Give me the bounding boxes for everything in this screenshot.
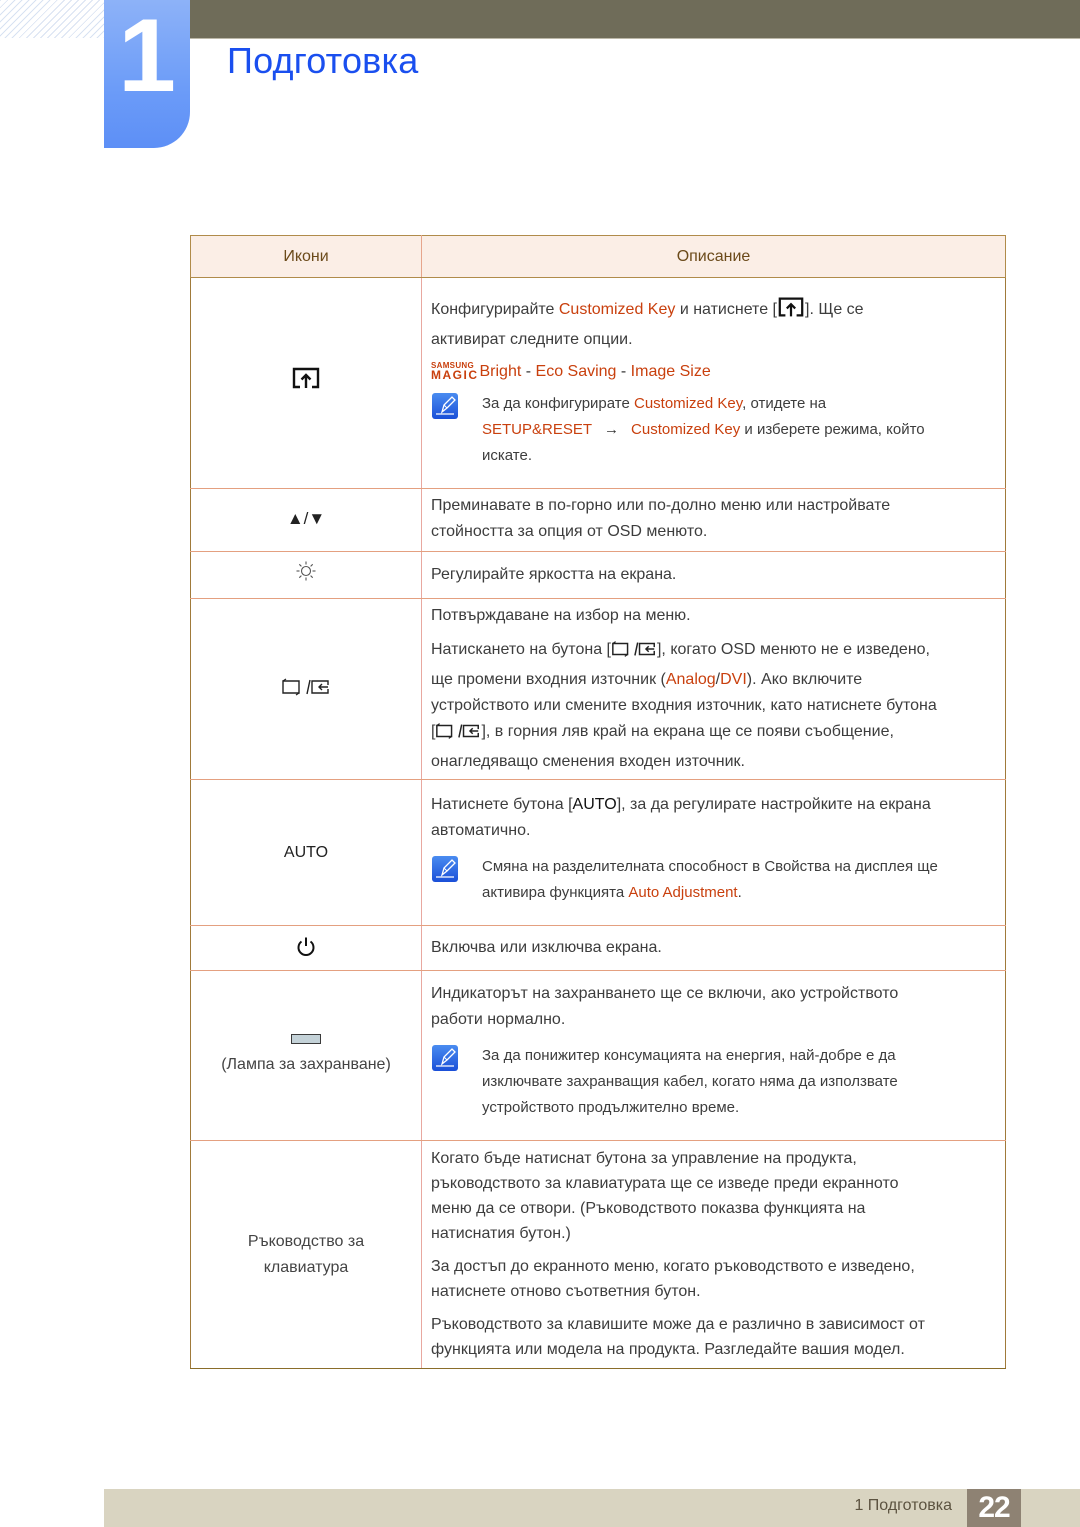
- description-text: Натиснете бутона [AUTO], за да регулират…: [431, 795, 931, 839]
- icons-table: Икони Описание Конфигурирайте Customized…: [190, 235, 1006, 1369]
- customized-key-icon: [777, 296, 805, 327]
- decorative-hatch: [0, 0, 104, 38]
- arrow-right-icon: →: [604, 420, 620, 438]
- note-text: За да понижитер консумацията на енергия,…: [482, 1046, 898, 1116]
- description-text: Регулирайте яркостта на екрана.: [431, 566, 677, 583]
- icon-cell: Ръководство за клавиатура: [190, 1140, 422, 1369]
- brightness-sun-icon: [296, 561, 316, 586]
- icon-cell: [190, 925, 422, 971]
- note-text: Смяна на разделителната способност в Сво…: [482, 857, 938, 901]
- description-cell: Регулирайте яркостта на екрана.: [421, 551, 1006, 599]
- icon-cell: (Лампа за захранване): [190, 970, 422, 1141]
- page-title: Подготовка: [227, 40, 419, 81]
- power-lamp-icon: [291, 1033, 321, 1044]
- option-bright: Bright: [479, 362, 522, 380]
- description-text: Преминавате в по-горно или по-долно меню…: [431, 497, 891, 540]
- icon-cell: ▲/▼: [190, 488, 422, 552]
- icon-cell: [190, 277, 422, 489]
- table-row: Ръководство за клавиатура Когато бъде на…: [190, 1140, 1006, 1369]
- description-text: За достъп до екранното меню, когато ръко…: [431, 1257, 915, 1300]
- auto-button-label: AUTO: [283, 843, 329, 861]
- table-row: ▲/▼ Преминавате в по-горно или по-долно …: [190, 488, 1006, 552]
- customized-key-link: Customized Key: [558, 300, 676, 318]
- note-pencil-icon: [432, 855, 458, 882]
- key-guide-label: Ръководство за клавиатура: [247, 1232, 365, 1276]
- samsung-magic-logo: SAMSUNG MAGIC: [431, 360, 479, 382]
- footer-bar: 1 Подготовка: [104, 1489, 1080, 1527]
- icon-cell: AUTO: [190, 779, 422, 926]
- description-cell: Когато бъде натиснат бутона за управлени…: [421, 1140, 1006, 1369]
- column-header-icons: Икони: [190, 235, 422, 278]
- power-icon: [295, 936, 317, 963]
- option-eco-saving: Eco Saving: [535, 362, 617, 380]
- table-row: (Лампа за захранване) Индикаторът на зах…: [190, 970, 1006, 1141]
- description-cell: Включва или изключва екрана.: [421, 925, 1006, 971]
- chapter-number: 1: [118, 0, 176, 114]
- table-header-row: Икони Описание: [190, 235, 1006, 278]
- page-number-box: 22: [967, 1489, 1021, 1527]
- description-text: Конфигурирайте Customized Key и натиснет…: [431, 296, 995, 353]
- option-image-size: Image Size: [630, 362, 711, 380]
- analog-link: Analog: [665, 671, 716, 688]
- up-down-arrows-icon: ▲/▼: [286, 509, 326, 528]
- column-header-description: Описание: [421, 235, 1006, 278]
- description-text: Натискането на бутона [], когато OSD мен…: [431, 640, 937, 770]
- description-text: Когато бъде натиснат бутона за управлени…: [431, 1149, 899, 1242]
- table-row: Регулирайте яркостта на екрана.: [190, 551, 1006, 599]
- auto-adjustment-link: Auto Adjustment: [628, 883, 738, 901]
- description-text: Индикаторът на захранването ще се включи…: [431, 984, 899, 1028]
- power-lamp-label: (Лампа за захранване): [221, 1055, 391, 1073]
- setup-reset-link: SETUP&RESET: [482, 420, 593, 438]
- source-enter-icon: [281, 678, 331, 701]
- table-row: Включва или изключва екрана.: [190, 925, 1006, 971]
- customized-key-icon: [291, 367, 321, 394]
- note: За да понижитер консумацията на енергия,…: [431, 1043, 995, 1121]
- note-text: За да конфигурирате Customized Key, отид…: [482, 394, 925, 464]
- footer-section-label: 1 Подготовка: [854, 1497, 952, 1514]
- description-cell: Потвърждаване на избор на меню. Натискан…: [421, 598, 1006, 780]
- header-divider: [190, 38, 1080, 39]
- description-cell: Преминавате в по-горно или по-долно меню…: [421, 488, 1006, 552]
- description-cell: Индикаторът на захранването ще се включи…: [421, 970, 1006, 1141]
- description-text: Ръководството за клавишите може да е раз…: [431, 1315, 925, 1358]
- description-cell: Конфигурирайте Customized Key и натиснет…: [421, 277, 1006, 489]
- description-text: Включва или изключва екрана.: [431, 939, 662, 956]
- table-row: Потвърждаване на избор на меню. Натискан…: [190, 598, 1006, 780]
- page-number: 22: [978, 1491, 1010, 1524]
- note-pencil-icon: [432, 1044, 458, 1071]
- description-cell: Натиснете бутона [AUTO], за да регулират…: [421, 779, 1006, 926]
- source-enter-icon: [611, 640, 657, 667]
- icon-cell: [190, 551, 422, 599]
- dvi-link: DVI: [720, 671, 747, 688]
- table-row: Конфигурирайте Customized Key и натиснет…: [190, 277, 1006, 489]
- icon-cell: [190, 598, 422, 780]
- note: За да конфигурирате Customized Key, отид…: [431, 391, 995, 469]
- source-enter-icon: [435, 722, 481, 749]
- magic-options: SAMSUNG MAGIC Bright - Eco Saving - Imag…: [431, 360, 711, 382]
- table-row: AUTO Натиснете бутона [AUTO], за да регу…: [190, 779, 1006, 926]
- note-pencil-icon: [432, 392, 458, 419]
- note: Смяна на разделителната способност в Сво…: [431, 854, 995, 906]
- description-text: Потвърждаване на избор на меню.: [431, 607, 691, 624]
- header-bar: [190, 0, 1080, 38]
